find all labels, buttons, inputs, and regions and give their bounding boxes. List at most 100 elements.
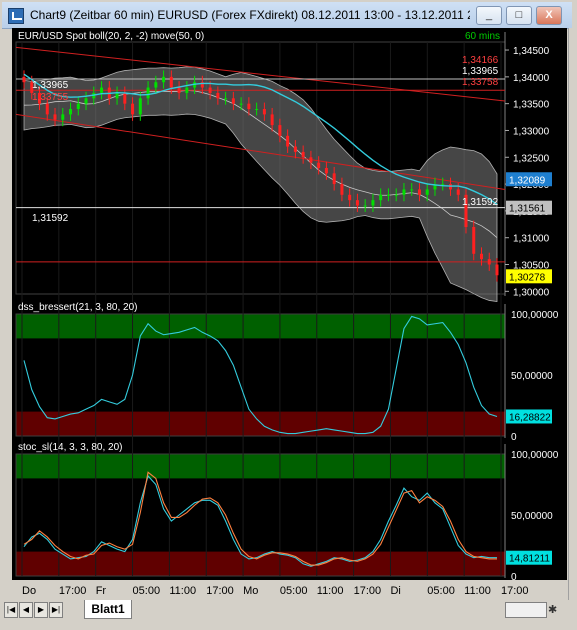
candle-body <box>309 157 313 163</box>
candle-body <box>278 125 282 136</box>
close-button[interactable]: X <box>536 6 562 25</box>
candle-body <box>231 98 235 104</box>
osc-y-tick-label: 0 <box>511 572 517 583</box>
hline-price-label: 1,31561 <box>509 204 546 215</box>
candle-body <box>61 114 65 120</box>
minimize-button[interactable]: _ <box>476 6 502 25</box>
overbought-zone <box>16 314 505 339</box>
candle-body <box>293 146 297 152</box>
ma-price-label: 1,32089 <box>509 175 546 186</box>
next-sheet-button[interactable]: ▶ <box>34 602 48 618</box>
candle-body <box>84 98 88 104</box>
candle-body <box>394 194 398 196</box>
candle-body <box>115 92 119 99</box>
candle-body <box>69 109 73 115</box>
price-annotation: 1,33758 <box>462 77 499 88</box>
vertical-scrollbar[interactable] <box>568 28 577 600</box>
x-tick-label: 17:00 <box>501 585 529 597</box>
candle-body <box>185 87 189 93</box>
prev-sheet-button[interactable]: ◀ <box>19 602 33 618</box>
candle-body <box>255 109 259 111</box>
oversold-zone <box>16 411 505 436</box>
price-panel-header: EUR/USD Spot boll(20, 2, -2) move(50, 0) <box>18 31 204 42</box>
candle-body <box>154 82 158 88</box>
first-sheet-button[interactable]: |◀ <box>4 602 18 618</box>
candle-body <box>371 200 375 206</box>
candle-body <box>324 168 328 174</box>
osc-last-value: 14,81211 <box>509 554 550 565</box>
last-sheet-button[interactable]: ▶| <box>49 602 63 618</box>
candle-body <box>479 253 483 260</box>
x-tick-label: 17:00 <box>59 585 87 597</box>
candle-body <box>53 114 57 120</box>
candle-body <box>402 189 406 195</box>
chart-window: Chart9 (Zeitbar 60 min) EURUSD (Forex FX… <box>0 0 577 630</box>
window-title: Chart9 (Zeitbar 60 min) EURUSD (Forex FX… <box>30 8 470 22</box>
y-tick-label: 1,32500 <box>513 153 550 164</box>
candle-body <box>100 87 104 93</box>
candle-body <box>247 103 251 110</box>
candle-body <box>162 76 166 83</box>
candle-body <box>22 76 26 83</box>
candle-body <box>363 205 367 207</box>
candle-body <box>317 162 321 168</box>
x-tick-label: Fr <box>96 585 107 597</box>
candle-body <box>146 87 150 99</box>
horizontal-scrollbar[interactable] <box>505 602 547 618</box>
osc-y-tick-label: 100,00000 <box>511 450 559 461</box>
sheet-tab-blatt1[interactable]: Blatt1 <box>84 600 132 619</box>
price-annotation: 1,31592 <box>462 197 499 208</box>
x-tick-label: Do <box>22 585 36 597</box>
candle-body <box>123 92 127 104</box>
x-tick-label: 05:00 <box>427 585 455 597</box>
candle-body <box>425 189 429 195</box>
price-annotation: 1,31592 <box>32 213 69 224</box>
y-tick-label: 1,31000 <box>513 234 550 245</box>
candle-body <box>76 103 80 110</box>
x-tick-label: 11:00 <box>464 585 491 597</box>
x-tick-label: 17:00 <box>354 585 382 597</box>
last-price-label: 1,30278 <box>509 272 546 283</box>
y-tick-label: 1,33000 <box>513 126 550 137</box>
settings-icon[interactable]: ✱ <box>548 603 557 616</box>
price-annotation: 1,33755 <box>32 92 69 103</box>
candle-body <box>355 200 359 206</box>
osc-last-value: 16,28822 <box>509 412 551 423</box>
candle-body <box>410 189 414 191</box>
candle-body <box>301 151 305 158</box>
candle-body <box>208 87 212 93</box>
candle-body <box>270 114 274 126</box>
x-tick-label: 11:00 <box>317 585 344 597</box>
chart-app-icon <box>8 8 24 24</box>
candle-body <box>417 189 421 195</box>
candle-body <box>348 194 352 201</box>
x-tick-label: 05:00 <box>280 585 308 597</box>
chart-canvas: Do 17:00 Fr 05:00 11:00 17:00 Mo 05:00 11:00 17:0… <box>12 31 567 600</box>
osc-y-tick-label: 0 <box>511 432 517 443</box>
candle-body <box>224 98 228 100</box>
osc-y-tick-label: 100,00000 <box>511 310 559 321</box>
osc-panel-header: dss_bressert(21, 3, 80, 20) <box>18 302 138 313</box>
timeframe-label: 60 mins <box>465 31 500 42</box>
candle-body <box>177 87 181 93</box>
maximize-button[interactable]: □ <box>506 6 532 25</box>
candle-body <box>340 184 344 195</box>
candle-body <box>169 76 173 88</box>
title-bar[interactable]: Chart9 (Zeitbar 60 min) EURUSD (Forex FX… <box>2 2 572 29</box>
candle-body <box>386 194 390 196</box>
candle-body <box>216 92 220 99</box>
x-tick-label: Mo <box>243 585 258 597</box>
price-annotation: 1,33965 <box>462 66 499 77</box>
candle-body <box>472 226 476 254</box>
chart-area[interactable]: Do 17:00 Fr 05:00 11:00 17:00 Mo 05:00 11:00 17:0… <box>12 28 567 600</box>
candle-body <box>456 189 460 195</box>
y-tick-label: 1,30000 <box>513 287 550 298</box>
osc-panel-header: stoc_sl(14, 3, 3, 80, 20) <box>18 442 123 453</box>
candle-body <box>262 109 266 115</box>
x-tick-label: Di <box>390 585 400 597</box>
candle-body <box>379 194 383 201</box>
overbought-zone <box>16 454 505 479</box>
candle-body <box>487 259 491 265</box>
y-tick-label: 1,33500 <box>513 100 550 111</box>
candle-body <box>286 135 290 147</box>
